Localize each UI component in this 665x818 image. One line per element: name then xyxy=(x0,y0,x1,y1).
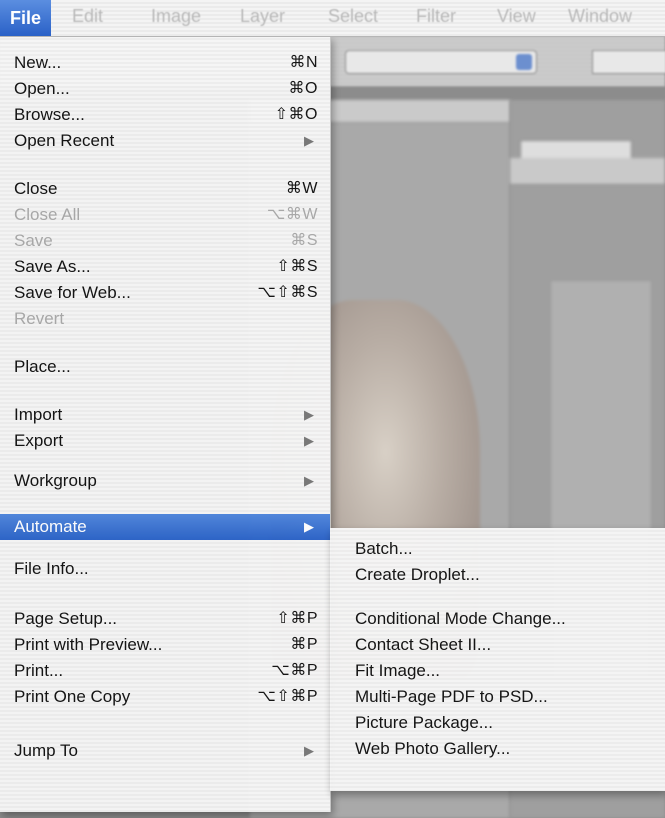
menu-item-close-all: Close All ⌥⌘W xyxy=(0,202,330,228)
menu-item-label: Export xyxy=(14,431,64,450)
panel-ruler xyxy=(510,158,665,185)
menu-item-label: Conditional Mode Change... xyxy=(355,609,566,628)
menu-item-label: Jump To xyxy=(14,741,78,760)
menu-item-file-info[interactable]: File Info... xyxy=(0,556,330,582)
menu-item-label: Workgroup xyxy=(14,471,97,490)
submenu-arrow-icon: ▶ xyxy=(304,473,314,488)
menu-item-import[interactable]: Import ▶ xyxy=(0,402,330,428)
menu-window[interactable]: Window xyxy=(568,6,632,27)
menu-item-label: Open Recent xyxy=(14,131,115,150)
menu-item-print[interactable]: Print... ⌥⌘P xyxy=(0,658,330,684)
menu-item-shortcut: ⌘O xyxy=(288,80,318,97)
menu-item-automate[interactable]: Automate ▶ xyxy=(0,514,330,540)
menu-item-label: Print... xyxy=(14,661,64,680)
submenu-item-create-droplet[interactable]: Create Droplet... xyxy=(330,562,665,588)
submenu-item-multi-page-pdf[interactable]: Multi-Page PDF to PSD... xyxy=(330,684,665,710)
menu-item-label: Browse... xyxy=(14,105,85,124)
menu-filter[interactable]: Filter xyxy=(416,6,456,27)
submenu-arrow-icon: ▶ xyxy=(304,743,314,758)
menu-item-label: Web Photo Gallery... xyxy=(355,739,511,758)
menu-view[interactable]: View xyxy=(497,6,536,27)
menu-item-shortcut: ⌘S xyxy=(290,232,318,249)
menu-item-shortcut: ⌥⇧⌘S xyxy=(257,284,318,301)
menu-item-label: Contact Sheet II... xyxy=(355,635,492,654)
submenu-item-conditional-mode-change[interactable]: Conditional Mode Change... xyxy=(330,606,665,632)
menu-item-page-setup[interactable]: Page Setup... ⇧⌘P xyxy=(0,606,330,632)
file-menu: New... ⌘N Open... ⌘O Browse... ⇧⌘O Open Rec… xyxy=(0,36,331,812)
menu-item-jump-to[interactable]: Jump To ▶ xyxy=(0,738,330,764)
submenu-arrow-icon: ▶ xyxy=(304,133,314,148)
menu-select[interactable]: Select xyxy=(328,6,378,27)
submenu-item-fit-image[interactable]: Fit Image... xyxy=(330,658,665,684)
automate-submenu: Batch... Create Droplet... Conditional M… xyxy=(330,528,665,791)
submenu-item-web-photo-gallery[interactable]: Web Photo Gallery... xyxy=(330,736,665,762)
menu-item-save: Save ⌘S xyxy=(0,228,330,254)
menu-item-workgroup[interactable]: Workgroup ▶ xyxy=(0,468,330,494)
menu-item-close[interactable]: Close ⌘W xyxy=(0,176,330,202)
menu-item-label: Create Droplet... xyxy=(355,565,480,584)
menu-item-shortcut: ⌘N xyxy=(289,54,318,71)
menu-item-shortcut: ⇧⌘S xyxy=(276,258,318,275)
menu-item-save-as[interactable]: Save As... ⇧⌘S xyxy=(0,254,330,280)
menu-item-shortcut: ⇧⌘P xyxy=(276,610,318,627)
options-select xyxy=(345,50,537,74)
submenu-item-batch[interactable]: Batch... xyxy=(330,536,665,562)
menu-edit[interactable]: Edit xyxy=(72,6,103,27)
submenu-arrow-icon: ▶ xyxy=(304,407,314,422)
submenu-arrow-icon: ▶ xyxy=(304,519,314,534)
menu-item-print-with-preview[interactable]: Print with Preview... ⌘P xyxy=(0,632,330,658)
menu-item-label: Import xyxy=(14,405,63,424)
menu-item-label: Save xyxy=(14,231,53,250)
submenu-item-picture-package[interactable]: Picture Package... xyxy=(330,710,665,736)
menu-item-shortcut: ⌥⌘W xyxy=(266,206,318,223)
menu-item-export[interactable]: Export ▶ xyxy=(0,428,330,454)
menu-layer[interactable]: Layer xyxy=(240,6,285,27)
menu-item-label: Multi-Page PDF to PSD... xyxy=(355,687,548,706)
panel-select xyxy=(520,140,632,160)
menu-item-label: Open... xyxy=(14,79,70,98)
menu-item-print-one-copy[interactable]: Print One Copy ⌥⇧⌘P xyxy=(0,684,330,710)
options-field xyxy=(592,50,665,74)
menu-item-label: Place... xyxy=(14,357,71,376)
menu-item-shortcut: ⌘P xyxy=(290,636,318,653)
menu-item-label: Save for Web... xyxy=(14,283,131,302)
menu-item-label: Page Setup... xyxy=(14,609,118,628)
menu-item-new[interactable]: New... ⌘N xyxy=(0,50,330,76)
menu-bar: File Edit Image Layer Select Filter View… xyxy=(0,0,665,37)
menu-item-revert: Revert xyxy=(0,306,330,332)
menu-item-label: Picture Package... xyxy=(355,713,493,732)
menu-item-label: Save As... xyxy=(14,257,91,276)
menu-item-label: Close All xyxy=(14,205,81,224)
menu-item-label: Automate xyxy=(14,517,87,536)
menu-item-open-recent[interactable]: Open Recent ▶ xyxy=(0,128,330,154)
submenu-arrow-icon: ▶ xyxy=(304,433,314,448)
menu-item-label: Print One Copy xyxy=(14,687,131,706)
menu-item-label: Close xyxy=(14,179,58,198)
menu-item-shortcut: ⌥⇧⌘P xyxy=(257,688,318,705)
menu-item-open[interactable]: Open... ⌘O xyxy=(0,76,330,102)
menu-item-label: Fit Image... xyxy=(355,661,441,680)
menu-item-shortcut: ⌘W xyxy=(285,180,318,197)
menu-item-shortcut: ⌥⌘P xyxy=(271,662,318,679)
menu-item-place[interactable]: Place... xyxy=(0,354,330,380)
menu-item-label: Batch... xyxy=(355,539,413,558)
menu-item-shortcut: ⇧⌘O xyxy=(274,106,318,123)
menu-item-label: New... xyxy=(14,53,62,72)
menu-item-label: File Info... xyxy=(14,559,89,578)
menu-item-save-for-web[interactable]: Save for Web... ⌥⇧⌘S xyxy=(0,280,330,306)
submenu-item-contact-sheet[interactable]: Contact Sheet II... xyxy=(330,632,665,658)
menu-file[interactable]: File xyxy=(0,0,52,36)
menu-item-label: Print with Preview... xyxy=(14,635,163,654)
menu-item-label: Revert xyxy=(14,309,65,328)
menu-image[interactable]: Image xyxy=(151,6,201,27)
menu-item-browse[interactable]: Browse... ⇧⌘O xyxy=(0,102,330,128)
